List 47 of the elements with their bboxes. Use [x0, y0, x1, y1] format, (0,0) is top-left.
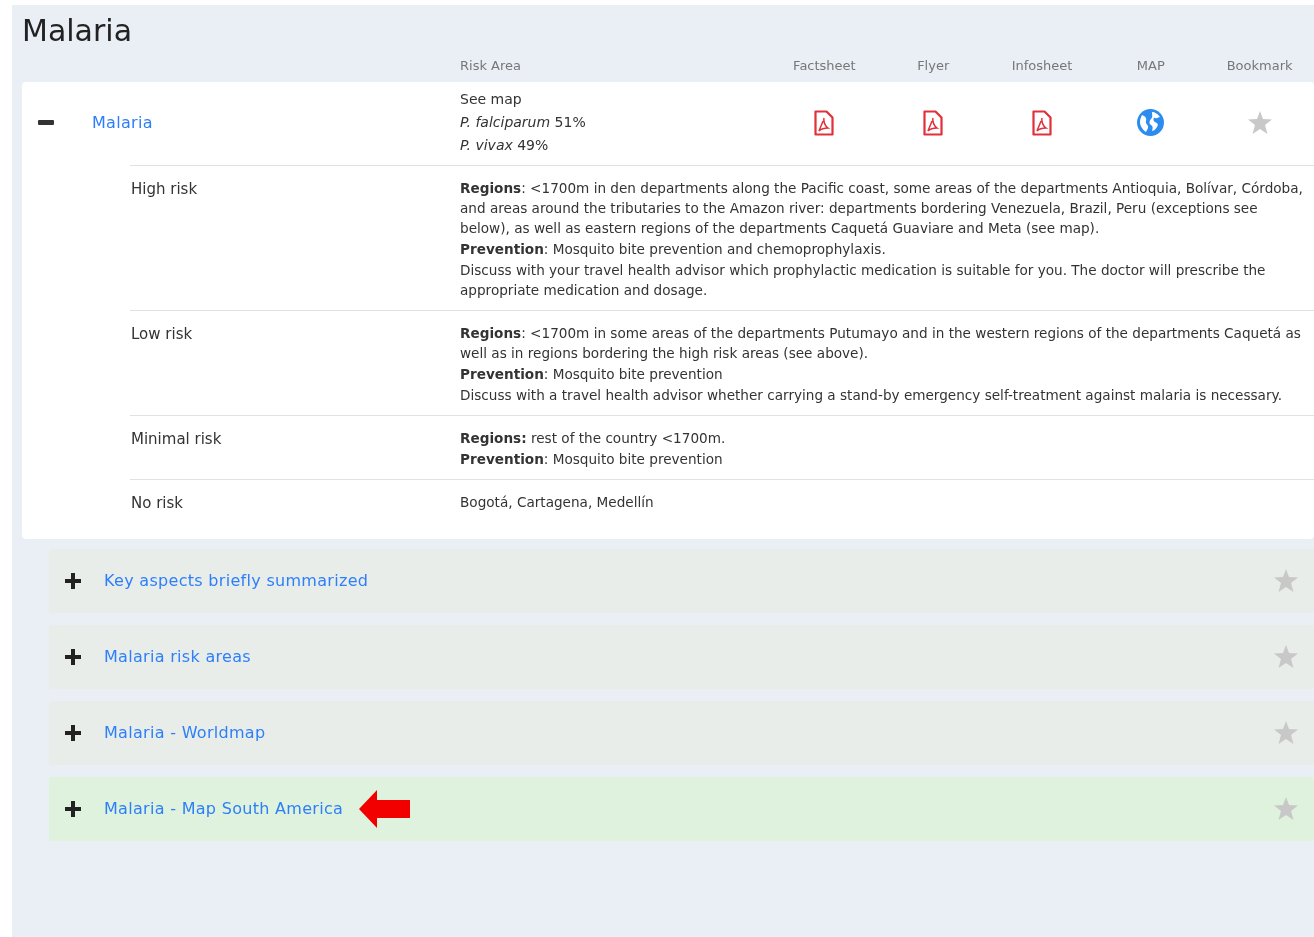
bookmark-star-icon[interactable]: [1274, 645, 1298, 668]
column-header: Bookmark: [1226, 56, 1293, 75]
risk-description: Regions: rest of the country <1700m.: [460, 429, 727, 448]
column-header: MAP: [1136, 56, 1165, 75]
collapse-icon[interactable]: [38, 120, 54, 125]
page-title: Malaria: [22, 12, 134, 49]
bookmark-star-icon[interactable]: [1274, 721, 1298, 744]
pdf-icon[interactable]: [923, 109, 944, 136]
section-link[interactable]: Malaria - Worldmap: [104, 720, 266, 745]
risk-description: Discuss with a travel health advisor whether carrying a stand-by emergency self-treatment against malaria is necessary.: [460, 386, 1283, 405]
section-link[interactable]: Malaria - Map South America: [104, 796, 344, 821]
expand-icon[interactable]: [65, 800, 81, 817]
risk-description: Bogotá, Cartagena, Medellín: [460, 493, 655, 512]
risk-level-label: No risk: [131, 494, 183, 512]
risk-description: Prevention: Mosquito bite prevention and chemoprophylaxis.: [460, 240, 887, 259]
section-link[interactable]: Malaria risk areas: [104, 644, 251, 669]
expand-icon[interactable]: [65, 724, 81, 741]
risk-description: Prevention: Mosquito bite prevention: [460, 365, 724, 384]
accordion-header[interactable]: Key aspects briefly summarized: [49, 548, 1314, 613]
column-header: Risk Area: [460, 57, 521, 73]
bookmark-star-icon[interactable]: [1274, 797, 1298, 820]
risk-level-label: Minimal risk: [131, 430, 222, 448]
section-link[interactable]: Key aspects briefly summarized: [104, 568, 369, 593]
bookmark-star-icon[interactable]: [1247, 111, 1272, 134]
pdf-icon[interactable]: [1032, 109, 1052, 136]
risk-area-text: P. falciparum 51%: [460, 113, 587, 132]
risk-area-text: P. vivax 49%: [460, 136, 550, 155]
accordion-header[interactable]: Malaria - Worldmap: [49, 700, 1314, 765]
risk-area-text: See map: [460, 90, 523, 109]
accordion-header[interactable]: Malaria risk areas: [49, 624, 1314, 689]
expand-icon[interactable]: [65, 648, 81, 665]
risk-level-label: High risk: [131, 180, 198, 198]
risk-description: Regions: <1700m in den departments along the Pacific coast, some areas of the departments Antioquia, Bolívar, Córdoba, and areas around the tributaries to the Amazon river: departments bordering Venezuela, Brazil, Peru (exceptions see below), as well as eastern regions of the departments Caquetá Guaviare and Meta (see map).: [460, 179, 1304, 238]
arrow-icon: [359, 788, 412, 829]
globe-icon[interactable]: [1137, 109, 1165, 136]
column-header: Factsheet: [793, 56, 856, 75]
section-link[interactable]: Malaria: [92, 110, 153, 135]
bookmark-star-icon[interactable]: [1274, 569, 1298, 592]
column-header: Infosheet: [1011, 56, 1073, 75]
risk-level-label: Low risk: [131, 325, 193, 343]
expand-icon[interactable]: [65, 572, 81, 589]
pdf-icon[interactable]: [814, 109, 835, 136]
accordion-header[interactable]: Malaria - Map South America: [49, 776, 1314, 841]
risk-description: Prevention: Mosquito bite prevention: [460, 450, 724, 469]
risk-description: Regions: <1700m in some areas of the departments Putumayo and in the western regions of the departments Caquetá as well as in regions bordering the high risk areas (see above).: [460, 324, 1302, 363]
column-header: Flyer: [917, 56, 950, 75]
risk-description: Discuss with your travel health advisor which prophylactic medication is suitable for you. The doctor will prescribe the appropriate medication and dosage.: [460, 261, 1267, 300]
